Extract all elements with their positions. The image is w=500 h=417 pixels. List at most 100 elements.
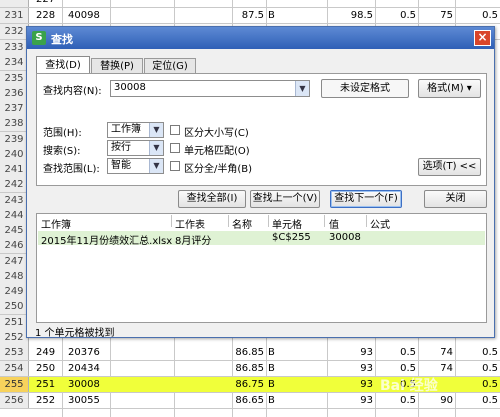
cell-b[interactable]: 20376	[68, 345, 100, 360]
cell-e[interactable]: 86.85	[232, 345, 264, 360]
cell-a[interactable]: 227	[36, 0, 55, 7]
sheet-row[interactable]: 248	[0, 268, 29, 285]
dialog-titlebar[interactable]: S 查找 ×	[27, 27, 494, 49]
cell-a[interactable]: 251	[36, 377, 55, 392]
tab-replace[interactable]: 替换(P)	[91, 58, 143, 73]
look-in-select[interactable]: 智能 ▼	[107, 158, 164, 174]
tab-find[interactable]: 查找(D)	[36, 56, 90, 74]
cell-h[interactable]: 0.5	[375, 361, 416, 376]
scope-select[interactable]: 工作簿 ▼	[107, 122, 164, 138]
find-what-input[interactable]: 30008 ▼	[110, 80, 310, 97]
sheet-row[interactable]: 245	[0, 223, 29, 239]
sheet-row[interactable]: 239	[0, 131, 29, 148]
sheet-row[interactable]: 252	[0, 329, 29, 346]
sheet-row[interactable]: 236	[0, 85, 29, 102]
sheet-row[interactable]: 249	[0, 284, 29, 300]
sheet-row[interactable]: 227	[0, 0, 500, 8]
row-header[interactable]	[0, 0, 29, 7]
cell-h[interactable]: 0.5	[375, 393, 416, 408]
sheet-row[interactable]: 253 249 20376 86.85 B 93 0.5 74 0.5	[0, 345, 500, 361]
sheet-row[interactable]: 244	[0, 207, 29, 224]
row-header[interactable]: 249	[0, 284, 29, 299]
sheet-row[interactable]: 234	[0, 55, 29, 72]
sheet-row[interactable]: 240	[0, 146, 29, 163]
row-header[interactable]: 233	[0, 40, 29, 55]
cell-g[interactable]: 93	[327, 377, 373, 392]
sheet-row[interactable]: 250	[0, 299, 29, 316]
cell-i[interactable]: 90	[418, 393, 453, 408]
cell-a[interactable]: 228	[36, 8, 55, 23]
sheet-row[interactable]: 247	[0, 253, 29, 270]
cell-e[interactable]: 86.65	[232, 393, 264, 408]
cell-h[interactable]: 0.5	[375, 345, 416, 360]
row-header[interactable]: 238	[0, 116, 29, 132]
find-all-button[interactable]: 查找全部(I)	[178, 190, 246, 208]
col-header-value[interactable]: 值	[329, 216, 339, 231]
match-case-checkbox[interactable]	[170, 125, 180, 135]
cell-j[interactable]: 0.5	[455, 8, 498, 23]
find-next-button[interactable]: 查找下一个(F)	[330, 190, 402, 208]
col-header-sheet[interactable]: 工作表	[175, 216, 205, 231]
row-header[interactable]: 242	[0, 177, 29, 193]
cell-a[interactable]: 250	[36, 361, 55, 376]
row-header[interactable]: 247	[0, 253, 29, 269]
cell-b[interactable]: 30055	[68, 393, 100, 408]
cell-j[interactable]: 0.5	[455, 361, 498, 376]
cell-f[interactable]: B	[268, 361, 275, 376]
row-header[interactable]: 252	[0, 329, 29, 345]
result-row[interactable]: 2015年11月份绩效汇总.xlsx 8月评分 $C$255 30008	[38, 231, 485, 247]
find-previous-button[interactable]: 查找上一个(V)	[250, 190, 320, 208]
tab-goto[interactable]: 定位(G)	[144, 58, 196, 73]
close-button[interactable]: 关闭	[424, 190, 487, 208]
sheet-row[interactable]: 242	[0, 177, 29, 194]
row-header[interactable]: 243	[0, 192, 29, 208]
format-button[interactable]: 格式(M) ▾	[418, 79, 481, 98]
row-header[interactable]: 248	[0, 268, 29, 284]
row-header[interactable]: 245	[0, 223, 29, 238]
row-header[interactable]: 239	[0, 131, 29, 147]
chevron-down-icon[interactable]: ▼	[149, 123, 163, 137]
cell-i[interactable]: 74	[418, 345, 453, 360]
sheet-row[interactable]: 243	[0, 192, 29, 209]
row-header[interactable]: 236	[0, 85, 29, 101]
cell-i[interactable]: 75	[418, 8, 453, 23]
sheet-row[interactable]: 238	[0, 116, 29, 133]
cell-g[interactable]: 98.5	[327, 8, 373, 23]
close-icon[interactable]: ×	[474, 30, 491, 46]
cell-b[interactable]: 40098	[68, 8, 100, 23]
cell-f[interactable]: B	[268, 345, 275, 360]
col-header-workbook[interactable]: 工作簿	[41, 216, 71, 231]
cell-f[interactable]: B	[268, 377, 275, 392]
cell-e[interactable]: 86.85	[232, 361, 264, 376]
cell-a[interactable]: 249	[36, 345, 55, 360]
cell-g[interactable]: 93	[327, 393, 373, 408]
row-header[interactable]: 250	[0, 299, 29, 315]
search-order-select[interactable]: 按行 ▼	[107, 140, 164, 156]
row-header[interactable]: 244	[0, 207, 29, 223]
col-header-formula[interactable]: 公式	[370, 216, 390, 231]
sheet-row[interactable]: 231 228 40098 87.5 B 98.5 0.5 75 0.5	[0, 8, 500, 24]
row-header[interactable]: 234	[0, 55, 29, 71]
chevron-down-icon[interactable]: ▼	[149, 159, 163, 173]
row-header[interactable]: 235	[0, 70, 29, 86]
row-header[interactable]: 256	[0, 393, 29, 408]
row-header[interactable]: 237	[0, 101, 29, 116]
sheet-row[interactable]: 237	[0, 101, 29, 117]
cell-a[interactable]: 252	[36, 393, 55, 408]
cell-e[interactable]: 87.5	[232, 8, 264, 23]
results-list[interactable]: 工作簿 工作表 名称 单元格 值 公式 2015年11月份绩效汇总.xlsx 8…	[36, 213, 487, 323]
row-header[interactable]: 241	[0, 162, 29, 177]
row-header[interactable]: 254	[0, 361, 29, 376]
cell-j[interactable]: 0.5	[455, 345, 498, 360]
sheet-row[interactable]: 233	[0, 40, 29, 56]
row-header[interactable]: 253	[0, 345, 29, 360]
cell-i[interactable]: 74	[418, 361, 453, 376]
cell-f[interactable]: B	[268, 8, 275, 23]
sheet-row[interactable]: 246	[0, 238, 29, 255]
row-header[interactable]: 231	[0, 8, 29, 23]
cell-j[interactable]: 0.5	[455, 377, 498, 392]
sheet-row[interactable]: 235	[0, 70, 29, 87]
cell-b-found[interactable]: 30008	[68, 377, 100, 392]
cell-j[interactable]: 0.5	[455, 393, 498, 408]
row-header[interactable]: 240	[0, 146, 29, 162]
